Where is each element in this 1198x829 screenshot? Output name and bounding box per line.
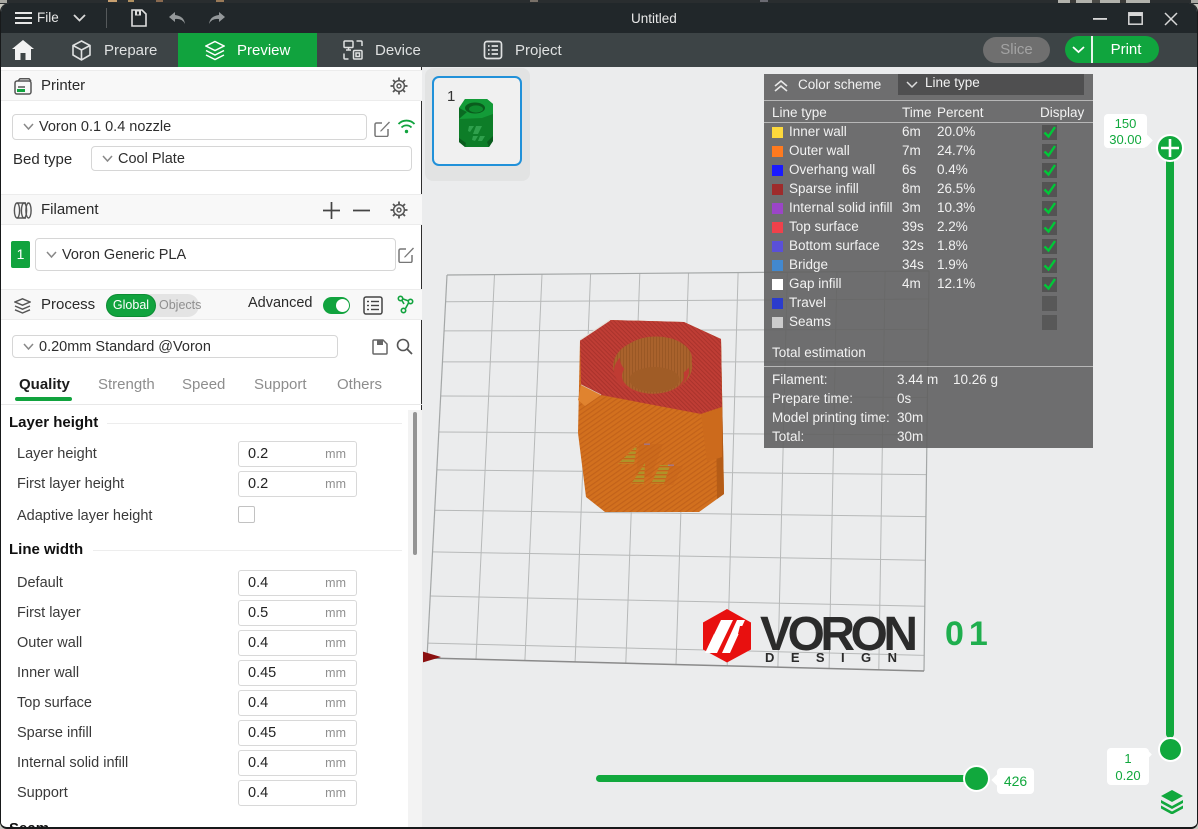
svg-text:DESIGN: DESIGN: [765, 650, 911, 665]
svg-text:01: 01: [945, 615, 993, 653]
